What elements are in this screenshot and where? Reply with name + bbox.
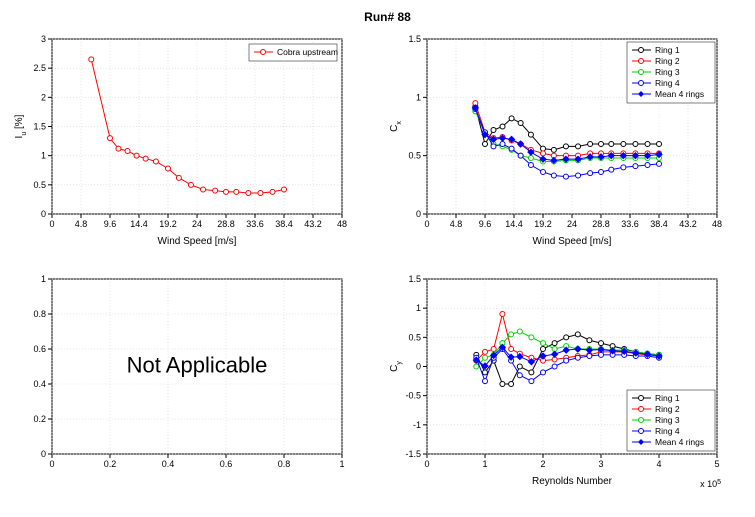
svg-text:-1.5: -1.5 [405,449,421,459]
chart-bottom-right: 0 1 2 3 4 5 -1.5 -1 -0.5 0 0.5 1 1.5 Reynolds Number C… [385,269,725,489]
svg-text:28.8: 28.8 [217,219,235,229]
svg-text:14.4: 14.4 [130,219,148,229]
svg-text:0: 0 [49,459,54,469]
svg-text:1: 1 [416,303,421,313]
svg-text:Cy: Cy [389,361,403,372]
svg-text:0.8: 0.8 [278,459,291,469]
svg-text:Ring 3: Ring 3 [655,415,680,425]
svg-text:43.2: 43.2 [679,219,697,229]
svg-text:19.2: 19.2 [159,219,177,229]
svg-text:33.6: 33.6 [246,219,264,229]
svg-text:1: 1 [41,151,46,161]
svg-text:0: 0 [424,459,429,469]
svg-text:2.5: 2.5 [33,63,46,73]
svg-text:33.6: 33.6 [621,219,639,229]
svg-text:0.5: 0.5 [33,180,46,190]
svg-text:Cobra upstream: Cobra upstream [277,47,338,57]
svg-text:0.8: 0.8 [33,309,46,319]
svg-text:3: 3 [598,459,603,469]
svg-text:1.5: 1.5 [408,274,421,284]
svg-text:0.5: 0.5 [408,332,421,342]
svg-text:0: 0 [49,219,54,229]
svg-text:Mean 4 rings: Mean 4 rings [655,437,704,447]
svg-text:38.4: 38.4 [275,219,293,229]
svg-text:2: 2 [540,459,545,469]
svg-text:9.6: 9.6 [479,219,492,229]
svg-text:Ring 4: Ring 4 [655,426,680,436]
svg-text:Ring 3: Ring 3 [655,67,680,77]
svg-text:Reynolds Number: Reynolds Number [532,476,613,487]
svg-text:24: 24 [567,219,577,229]
svg-text:48: 48 [337,219,347,229]
svg-text:1: 1 [339,459,344,469]
svg-text:Wind Speed [m/s]: Wind Speed [m/s] [158,236,237,247]
svg-text:0: 0 [416,362,421,372]
svg-text:0.2: 0.2 [104,459,117,469]
svg-text:0.6: 0.6 [33,344,46,354]
svg-text:48: 48 [712,219,722,229]
svg-text:Mean 4 rings: Mean 4 rings [655,89,704,99]
svg-text:Ring 1: Ring 1 [655,393,680,403]
svg-text:5: 5 [714,459,719,469]
svg-text:0: 0 [41,209,46,219]
svg-text:14.4: 14.4 [505,219,523,229]
svg-text:4.8: 4.8 [75,219,88,229]
chart-bottom-left: 0 0.2 0.4 0.6 0.8 1 0 0.2 0.4 0.6 0.8 1 Not Applicab… [10,269,350,489]
svg-text:0.4: 0.4 [33,379,46,389]
svg-text:38.4: 38.4 [650,219,668,229]
svg-text:-0.5: -0.5 [405,391,421,401]
svg-text:2: 2 [41,92,46,102]
svg-text:4: 4 [656,459,661,469]
svg-text:24: 24 [192,219,202,229]
svg-text:1: 1 [416,92,421,102]
chart-grid: 04.89.614.419.22428.833.638.443.24800.51… [10,29,730,489]
svg-text:-1: -1 [413,420,421,430]
svg-text:43.2: 43.2 [304,219,322,229]
chart-top-left: 0 4.8 9.6 14.4 19.2 24 28.8 33.6 38.4 43.2 48 0 0.5 1… [10,29,350,249]
svg-text:Wind Speed [m/s]: Wind Speed [m/s] [533,236,612,247]
svg-text:x 105: x 105 [700,479,721,490]
svg-text:28.8: 28.8 [592,219,610,229]
svg-text:9.6: 9.6 [104,219,117,229]
svg-text:Ring 2: Ring 2 [655,56,680,66]
svg-text:1: 1 [41,274,46,284]
chart-top-right: 0 4.8 9.6 14.4 19.2 24 28.8 33.6 38.4 43.2 48 0 0.5 1… [385,29,725,249]
svg-text:3: 3 [41,34,46,44]
svg-text:Not Applicable: Not Applicable [127,353,268,378]
svg-text:0: 0 [41,449,46,459]
svg-text:0.5: 0.5 [408,151,421,161]
svg-text:4.8: 4.8 [450,219,463,229]
svg-text:0: 0 [416,209,421,219]
svg-text:0: 0 [424,219,429,229]
svg-text:0.6: 0.6 [220,459,233,469]
svg-text:Iu [%]: Iu [%] [14,114,28,138]
svg-text:19.2: 19.2 [534,219,552,229]
svg-text:0.2: 0.2 [33,414,46,424]
svg-text:Ring 4: Ring 4 [655,78,680,88]
svg-text:Ring 2: Ring 2 [655,404,680,414]
page-title: Run# 88 [10,10,755,24]
svg-text:Cx: Cx [389,121,403,132]
svg-text:1.5: 1.5 [33,122,46,132]
svg-text:1.5: 1.5 [408,34,421,44]
svg-text:Ring 1: Ring 1 [655,45,680,55]
svg-text:1: 1 [482,459,487,469]
svg-text:0.4: 0.4 [162,459,175,469]
